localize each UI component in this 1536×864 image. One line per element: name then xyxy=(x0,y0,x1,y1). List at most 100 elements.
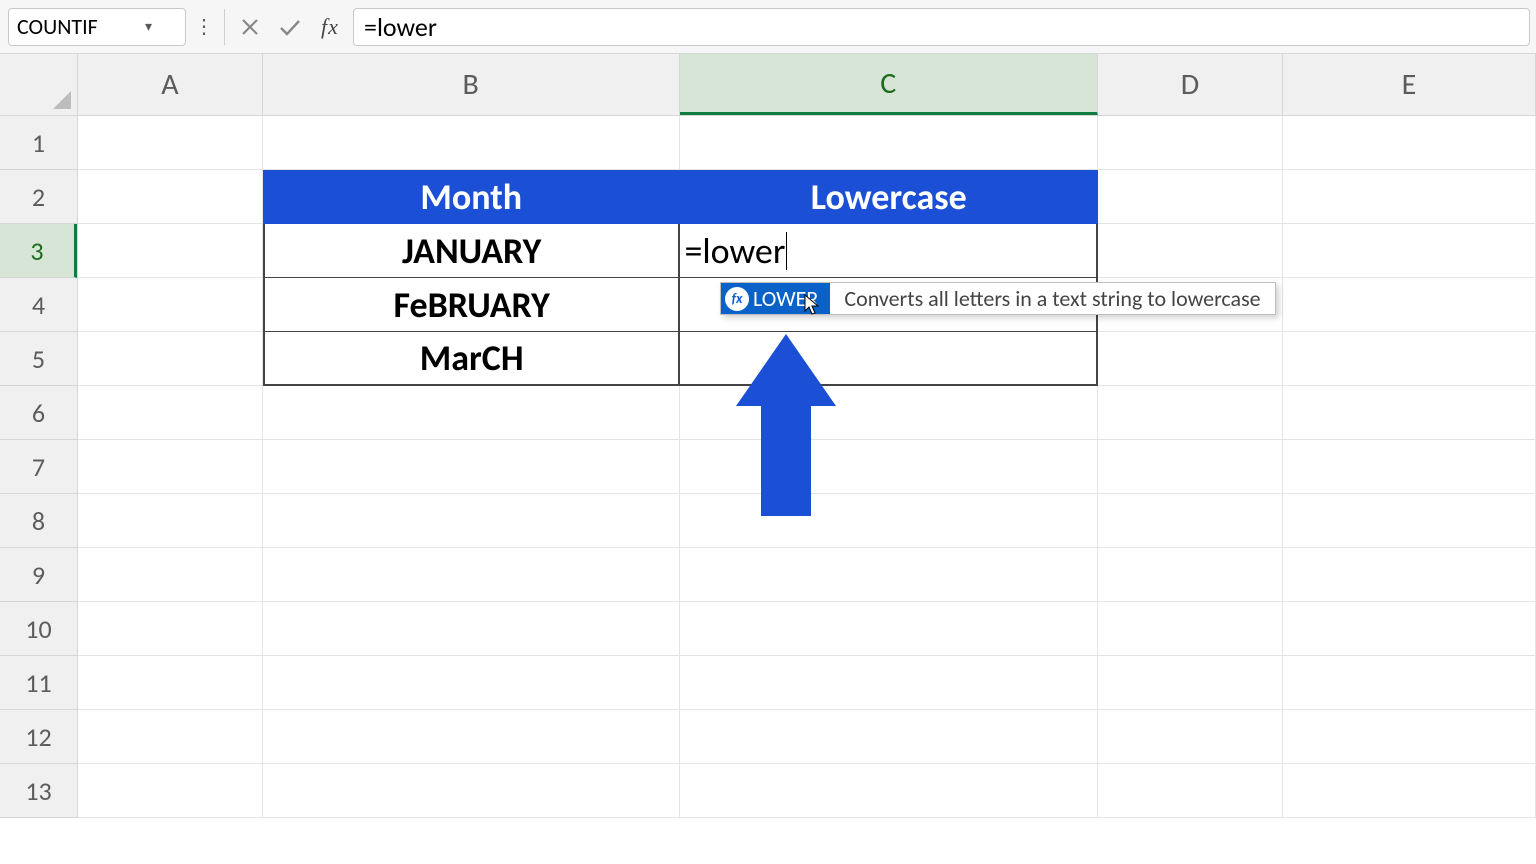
cell-a7[interactable] xyxy=(78,440,263,494)
cell-a12[interactable] xyxy=(78,710,263,764)
row-header-1[interactable]: 1 xyxy=(0,116,77,170)
cell-d5[interactable] xyxy=(1098,332,1283,386)
cell-a6[interactable] xyxy=(78,386,263,440)
cell-e8[interactable] xyxy=(1283,494,1536,548)
annotation-arrow-icon xyxy=(736,334,836,516)
chevron-down-icon[interactable]: ▾ xyxy=(145,18,152,35)
cell-e7[interactable] xyxy=(1283,440,1536,494)
table-header-month[interactable]: Month xyxy=(263,170,680,224)
row-header-6[interactable]: 6 xyxy=(0,386,77,440)
cell-b5[interactable]: MarCH xyxy=(263,332,680,386)
cell-e12[interactable] xyxy=(1283,710,1536,764)
cell-c1[interactable] xyxy=(680,116,1099,170)
cell-b12[interactable] xyxy=(263,710,680,764)
cell-b11[interactable] xyxy=(263,656,680,710)
cancel-formula-button[interactable] xyxy=(233,10,267,44)
select-all-corner[interactable] xyxy=(0,54,78,116)
row-header-5[interactable]: 5 xyxy=(0,332,77,386)
cell-b8[interactable] xyxy=(263,494,680,548)
cell-b10[interactable] xyxy=(263,602,680,656)
cell-a3[interactable] xyxy=(78,224,263,278)
column-header-b[interactable]: B xyxy=(263,54,680,115)
cell-e9[interactable] xyxy=(1283,548,1536,602)
cell-b6[interactable] xyxy=(263,386,680,440)
cell-a11[interactable] xyxy=(78,656,263,710)
row-header-3[interactable]: 3 xyxy=(0,224,77,278)
fx-badge-icon: fx xyxy=(725,287,749,311)
cell-d7[interactable] xyxy=(1098,440,1283,494)
cell-b13[interactable] xyxy=(263,764,680,818)
cell-c10[interactable] xyxy=(680,602,1099,656)
cell-e2[interactable] xyxy=(1283,170,1536,224)
autocomplete-item-lower[interactable]: fx LOWER xyxy=(721,283,830,314)
cell-e6[interactable] xyxy=(1283,386,1536,440)
text-caret xyxy=(786,232,787,270)
cell-a2[interactable] xyxy=(78,170,263,224)
cell-d13[interactable] xyxy=(1098,764,1283,818)
formula-input[interactable] xyxy=(364,11,1519,43)
cell-a10[interactable] xyxy=(78,602,263,656)
insert-function-button[interactable]: fx xyxy=(313,10,347,44)
name-box[interactable]: ▾ xyxy=(8,8,186,46)
cell-e13[interactable] xyxy=(1283,764,1536,818)
divider xyxy=(224,9,225,45)
function-autocomplete: fx LOWER Converts all letters in a text … xyxy=(720,282,1276,315)
formula-bar: ▾ ⋮ fx xyxy=(0,0,1536,54)
cell-d8[interactable] xyxy=(1098,494,1283,548)
cell-d10[interactable] xyxy=(1098,602,1283,656)
vertical-dots-icon[interactable]: ⋮ xyxy=(192,14,216,39)
cell-a8[interactable] xyxy=(78,494,263,548)
fx-icon: fx xyxy=(321,14,339,40)
row-header-7[interactable]: 7 xyxy=(0,440,77,494)
row-header-8[interactable]: 8 xyxy=(0,494,77,548)
row-header-2[interactable]: 2 xyxy=(0,170,77,224)
column-headers: A B C D E xyxy=(78,54,1536,116)
row-header-11[interactable]: 11 xyxy=(0,656,77,710)
cell-e11[interactable] xyxy=(1283,656,1536,710)
cell-a9[interactable] xyxy=(78,548,263,602)
cell-d3[interactable] xyxy=(1098,224,1283,278)
autocomplete-item-label: LOWER xyxy=(753,285,818,312)
column-header-d[interactable]: D xyxy=(1098,54,1283,115)
cell-c13[interactable] xyxy=(680,764,1099,818)
x-icon xyxy=(240,17,260,37)
column-header-c[interactable]: C xyxy=(680,54,1099,115)
cell-e4[interactable] xyxy=(1283,278,1536,332)
name-box-input[interactable] xyxy=(17,13,137,40)
row-header-13[interactable]: 13 xyxy=(0,764,77,818)
cell-a5[interactable] xyxy=(78,332,263,386)
cell-a4[interactable] xyxy=(78,278,263,332)
row-header-4[interactable]: 4 xyxy=(0,278,77,332)
cell-e10[interactable] xyxy=(1283,602,1536,656)
cell-d6[interactable] xyxy=(1098,386,1283,440)
cell-d11[interactable] xyxy=(1098,656,1283,710)
cell-d1[interactable] xyxy=(1098,116,1283,170)
row-header-9[interactable]: 9 xyxy=(0,548,77,602)
cell-d9[interactable] xyxy=(1098,548,1283,602)
cell-b3[interactable]: JANUARY xyxy=(263,224,680,278)
cell-b9[interactable] xyxy=(263,548,680,602)
row-headers: 1 2 3 4 5 6 7 8 9 10 11 12 13 xyxy=(0,116,78,818)
cell-d2[interactable] xyxy=(1098,170,1283,224)
cell-c11[interactable] xyxy=(680,656,1099,710)
row-header-12[interactable]: 12 xyxy=(0,710,77,764)
cell-d12[interactable] xyxy=(1098,710,1283,764)
cell-c9[interactable] xyxy=(680,548,1099,602)
row-header-10[interactable]: 10 xyxy=(0,602,77,656)
cell-a13[interactable] xyxy=(78,764,263,818)
cell-e3[interactable] xyxy=(1283,224,1536,278)
cell-c12[interactable] xyxy=(680,710,1099,764)
column-header-e[interactable]: E xyxy=(1283,54,1536,115)
formula-input-container[interactable] xyxy=(353,8,1530,46)
cell-e1[interactable] xyxy=(1283,116,1536,170)
autocomplete-description: Converts all letters in a text string to… xyxy=(830,283,1274,314)
column-header-a[interactable]: A xyxy=(78,54,263,115)
cell-b4[interactable]: FeBRUARY xyxy=(263,278,680,332)
cell-b7[interactable] xyxy=(263,440,680,494)
cell-c3[interactable]: =lower xyxy=(679,224,1098,278)
cell-b1[interactable] xyxy=(263,116,680,170)
cell-a1[interactable] xyxy=(78,116,263,170)
confirm-formula-button[interactable] xyxy=(273,10,307,44)
table-header-lowercase[interactable]: Lowercase xyxy=(680,170,1099,224)
cell-e5[interactable] xyxy=(1283,332,1536,386)
